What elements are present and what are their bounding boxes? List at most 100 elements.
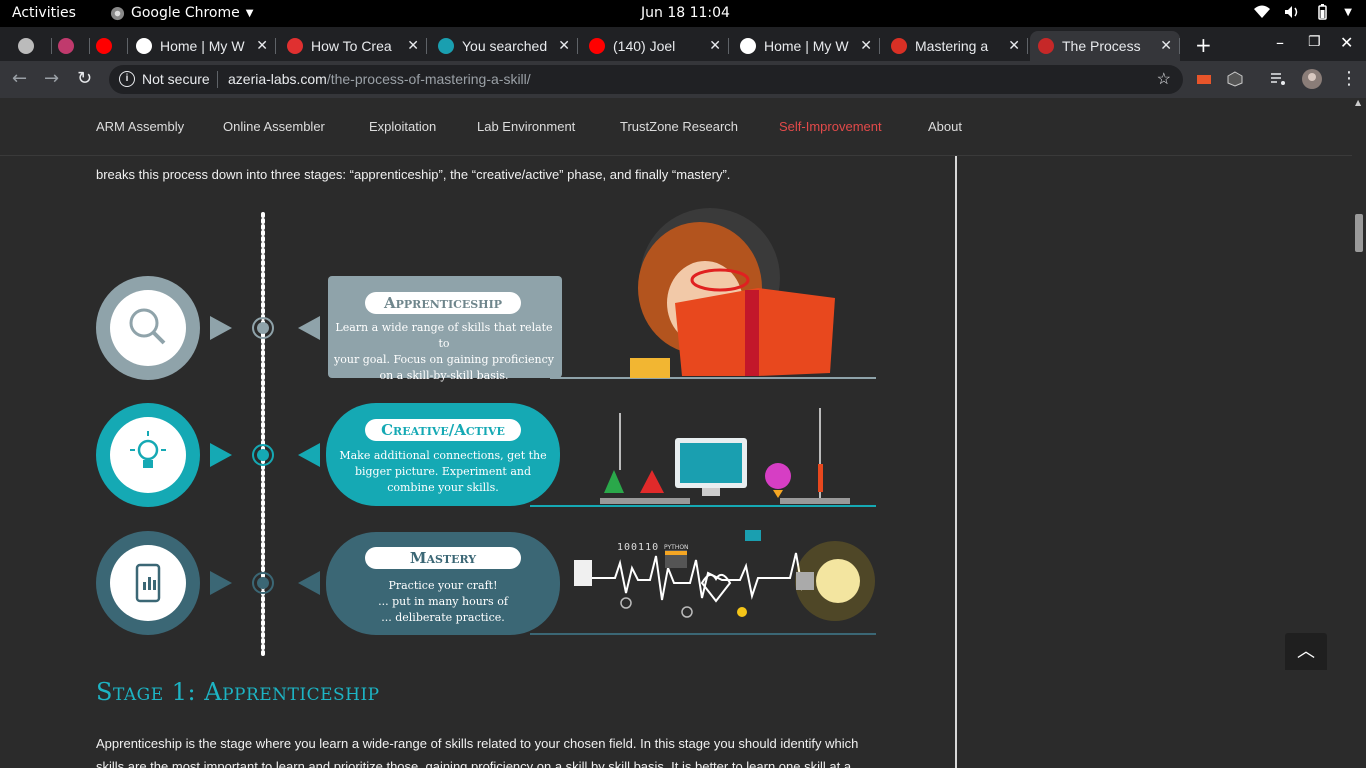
activities-button[interactable]: Activities	[12, 5, 76, 21]
stage-text-line: your goal. Focus on gaining proficiency	[334, 353, 554, 366]
page-icon	[18, 38, 34, 54]
seven-icon	[287, 38, 303, 54]
back-to-top-button[interactable]: ︿	[1285, 633, 1327, 670]
tab-9[interactable]: The Process ✕	[1030, 31, 1180, 61]
dropdown-arrow-icon: ▼	[245, 7, 254, 19]
globe-icon	[740, 38, 756, 54]
stage-text-line: Learn a wide range of skills that relate…	[335, 321, 553, 350]
scrollbar-thumb[interactable]	[1355, 214, 1363, 252]
scroll-up-arrow-icon[interactable]: ▲	[1355, 98, 1361, 107]
new-tab-button[interactable]: +	[1195, 33, 1212, 57]
tab-4[interactable]: How To Crea ✕	[279, 31, 427, 61]
tab-separator	[1179, 38, 1180, 54]
stage-text-line: ... put in many hours of	[378, 595, 508, 608]
stage-text-line: on a skill-by-skill basis.	[379, 369, 509, 382]
menu-item-exploitation[interactable]: Exploitation	[369, 119, 436, 134]
extension-icon[interactable]	[1196, 71, 1212, 87]
profile-avatar[interactable]	[1302, 69, 1322, 89]
close-tab-icon[interactable]: ✕	[558, 37, 570, 54]
tab-strip: Home | My W ✕ How To Crea ✕ You searched ✕ (14…	[0, 27, 1366, 61]
clock[interactable]: Jun 18 11:04	[641, 5, 730, 21]
menu-item-about[interactable]: About	[928, 119, 962, 134]
tab-6[interactable]: (140) Joel ✕	[581, 31, 729, 61]
close-tab-icon[interactable]: ✕	[1160, 37, 1172, 54]
tab-separator	[879, 38, 880, 54]
battery-icon	[1318, 4, 1328, 20]
tab-title: Home | My W	[764, 38, 849, 54]
stage-text-apprenticeship: Learn a wide range of skills that relate…	[330, 320, 558, 384]
web-page: ARM Assembly Online Assembler Exploitati…	[0, 98, 1352, 768]
tab-8[interactable]: Mastering a ✕	[883, 31, 1028, 61]
close-tab-icon[interactable]: ✕	[407, 37, 419, 54]
section-heading: Stage 1: Apprenticeship	[96, 678, 380, 706]
url-path: /the-process-of-mastering-a-skill/	[326, 71, 531, 87]
app-menu[interactable]: Google Chrome ▼	[110, 5, 253, 21]
close-tab-icon[interactable]: ✕	[860, 37, 872, 54]
tab-title: How To Crea	[311, 38, 392, 54]
globe-icon	[136, 38, 152, 54]
tab-separator	[577, 38, 578, 54]
menu-item-arm-assembly[interactable]: ARM Assembly	[96, 119, 184, 134]
url-text[interactable]: azeria-labs.com/the-process-of-mastering…	[228, 71, 531, 87]
youtube-icon	[96, 38, 112, 54]
back-button[interactable]: ←	[12, 68, 27, 89]
stage-text-line: combine your skills.	[387, 481, 499, 494]
bookmark-star-icon[interactable]: ☆	[1157, 69, 1171, 89]
tab-3[interactable]: Home | My W ✕	[128, 31, 276, 61]
page-scrollbar[interactable]: ▲	[1352, 98, 1366, 768]
menu-item-online-assembler[interactable]: Online Assembler	[223, 119, 325, 134]
wifi-icon	[1254, 5, 1271, 18]
tab-title: Mastering a	[915, 38, 989, 54]
tab-title: (140) Joel	[613, 38, 676, 54]
sidebar-divider	[955, 156, 957, 768]
security-label[interactable]: Not secure	[142, 71, 210, 87]
reload-button[interactable]: ↻	[77, 68, 92, 89]
stage-text-line: Make additional connections, get the	[339, 449, 547, 462]
address-bar[interactable]: i Not secure azeria-labs.com/the-process…	[109, 65, 1183, 94]
menu-item-self-improvement[interactable]: Self-Improvement	[779, 119, 882, 134]
stage-text-creative-active: Make additional connections, get the big…	[330, 448, 556, 496]
tab-0[interactable]	[12, 31, 52, 61]
close-tab-icon[interactable]: ✕	[256, 37, 268, 54]
chevron-up-icon: ︿	[1297, 641, 1315, 662]
url-domain: azeria-labs.com	[228, 71, 327, 87]
tab-separator	[728, 38, 729, 54]
site-navigation: ARM Assembly Online Assembler Exploitati…	[0, 98, 1352, 156]
body-paragraph-line: skills are the most important to learn a…	[96, 759, 852, 768]
tab-7[interactable]: Home | My W ✕	[732, 31, 880, 61]
binary-label: 100110	[617, 542, 660, 553]
tab-separator	[275, 38, 276, 54]
close-tab-icon[interactable]: ✕	[1008, 37, 1020, 54]
close-window-button[interactable]: ✕	[1340, 33, 1353, 52]
close-tab-icon[interactable]: ✕	[709, 37, 721, 54]
tab-1[interactable]	[52, 31, 90, 61]
chrome-icon	[110, 6, 125, 20]
forward-button[interactable]: →	[44, 68, 59, 89]
tab-2[interactable]	[90, 31, 128, 61]
system-tray[interactable]: ▼	[1254, 4, 1352, 20]
t-icon	[438, 38, 454, 54]
browser-toolbar: ← → ↻ i Not secure azeria-labs.com/the-p…	[0, 61, 1366, 98]
minimize-button[interactable]: –	[1276, 33, 1284, 52]
restore-button[interactable]: ❐	[1308, 34, 1321, 50]
python-label: PYTHON	[664, 544, 689, 551]
gmail-icon	[891, 38, 907, 54]
app-name: Google Chrome	[131, 5, 240, 21]
tab-separator	[1027, 38, 1028, 54]
reading-woman-illustration	[630, 208, 835, 378]
stage-text-line: ... deliberate practice.	[381, 611, 505, 624]
stage-title-mastery: Mastery	[365, 547, 521, 569]
tab-title: The Process	[1062, 38, 1141, 54]
stage-text-line: bigger picture. Experiment and	[354, 465, 532, 478]
stage-text-mastery: Practice your craft! ... put in many hou…	[330, 578, 556, 626]
system-menu-arrow-icon: ▼	[1344, 6, 1352, 18]
info-icon[interactable]: i	[119, 71, 135, 87]
menu-item-trustzone-research[interactable]: TrustZone Research	[620, 119, 738, 134]
media-control-icon[interactable]	[1270, 71, 1286, 87]
cube-extension-icon[interactable]	[1227, 71, 1243, 87]
tab-5[interactable]: You searched ✕	[430, 31, 578, 61]
chrome-menu-icon[interactable]: ⋮	[1340, 68, 1358, 89]
body-paragraph-line: Apprenticeship is the stage where you le…	[96, 736, 859, 751]
stage-title-creative-active: Creative/Active	[365, 419, 521, 441]
menu-item-lab-environment[interactable]: Lab Environment	[477, 119, 575, 134]
